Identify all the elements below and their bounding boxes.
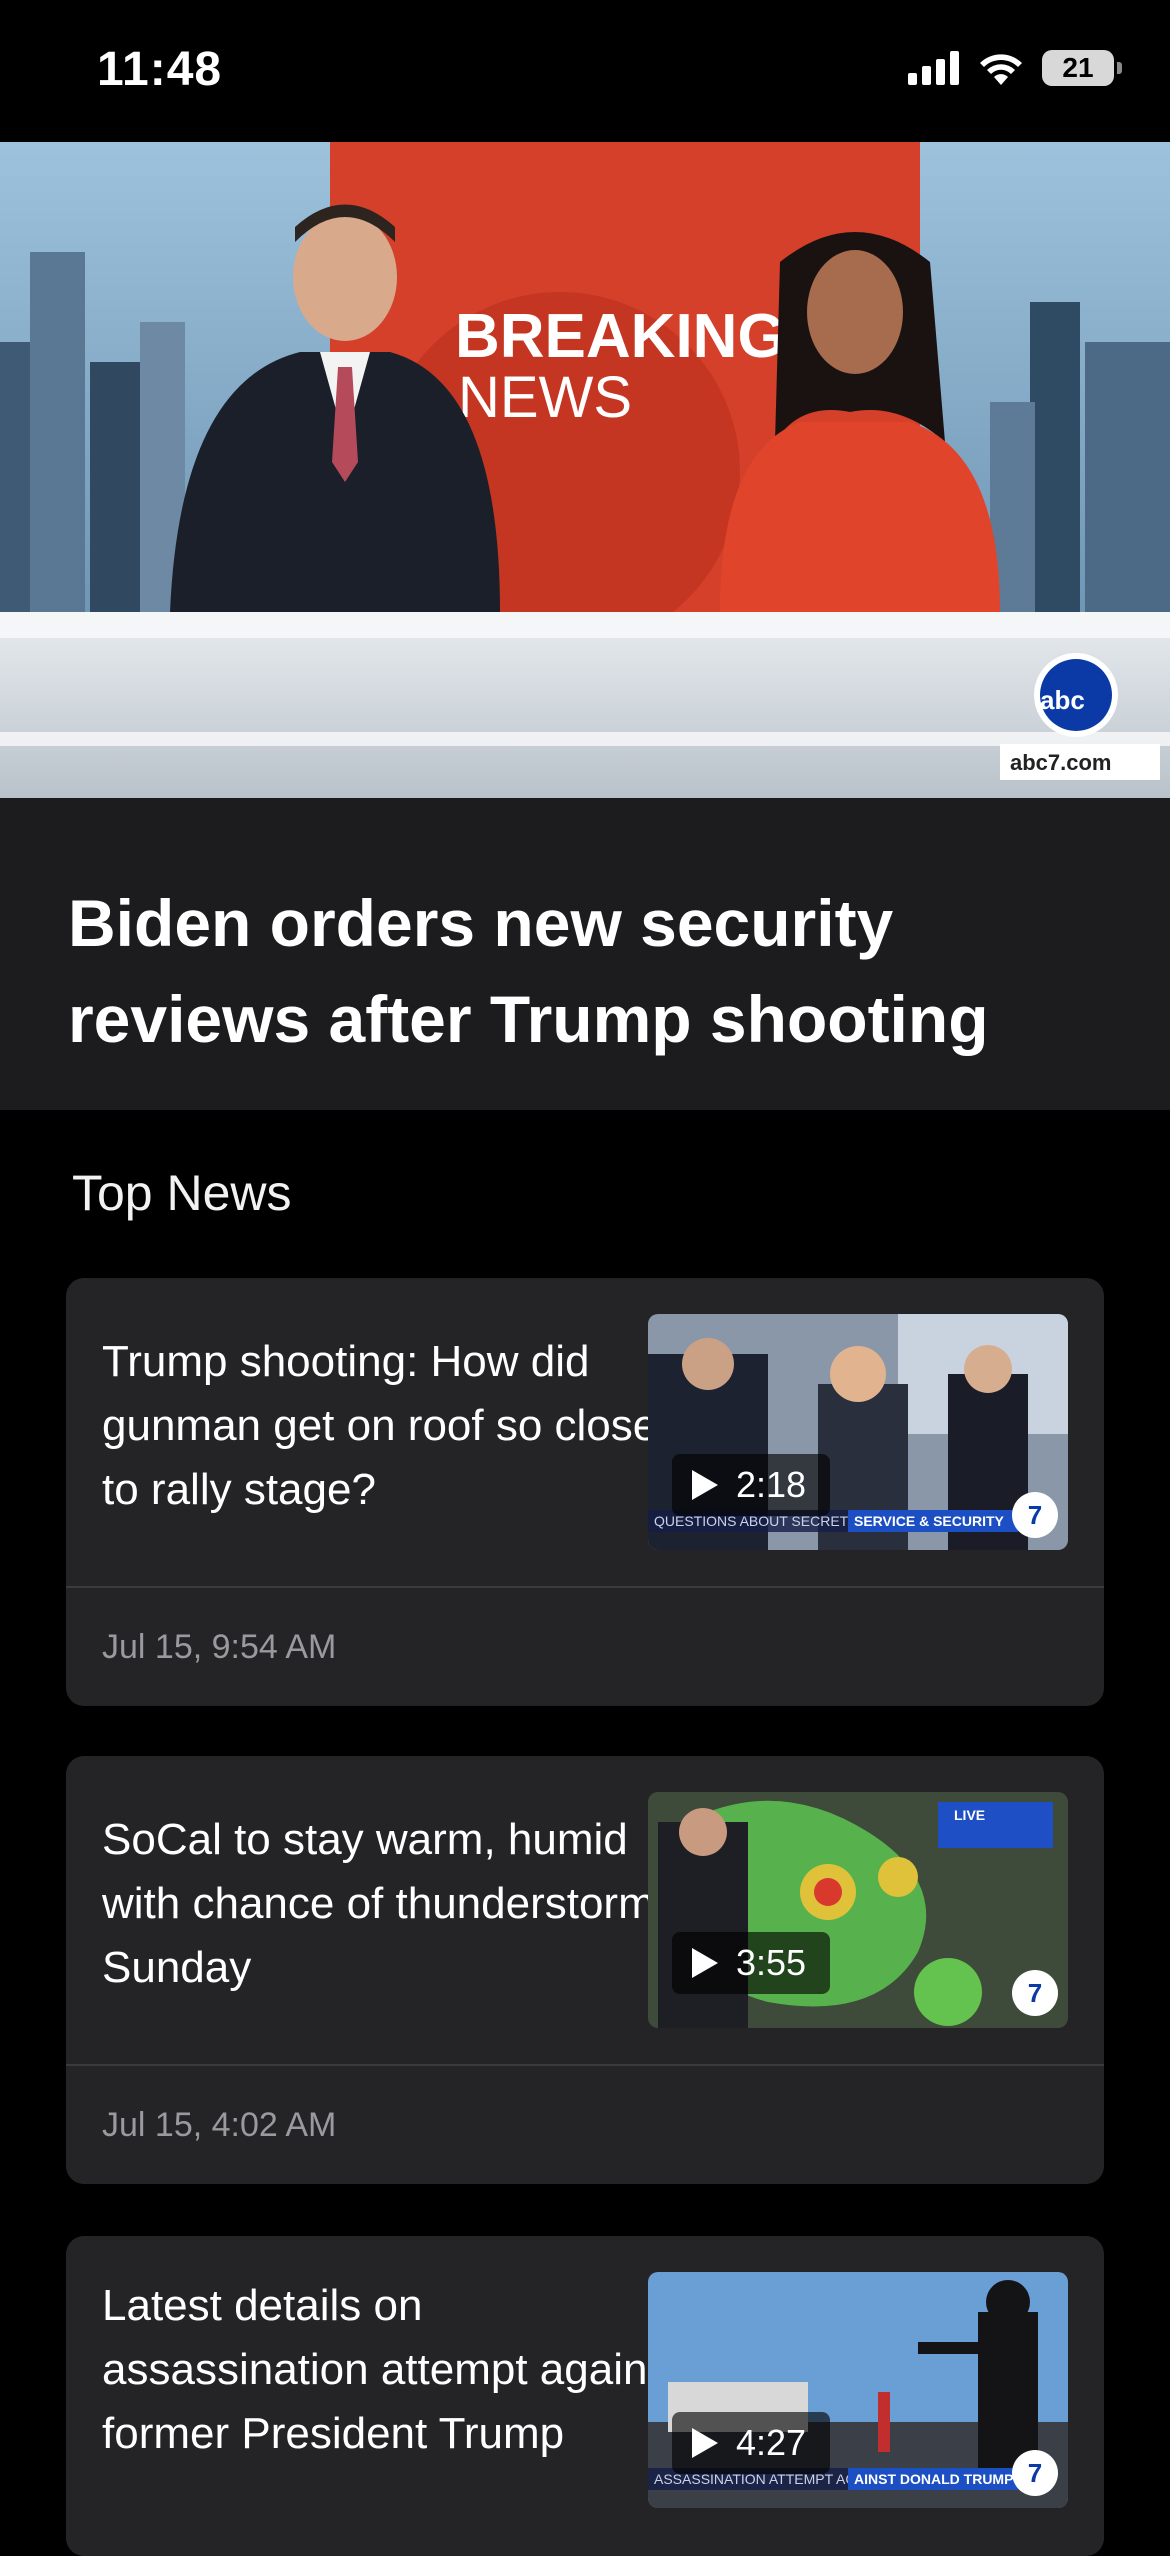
- story-timestamp: Jul 15, 9:54 AM: [102, 1628, 337, 1666]
- story-title[interactable]: Trump shooting: How did gunman get on ro…: [102, 1330, 692, 1522]
- thumbnail-banner-right: SERVICE & SECURITY: [854, 1513, 1005, 1529]
- cellular-signal-icon: [908, 51, 959, 85]
- play-badge[interactable]: 4:27: [672, 2412, 831, 2474]
- story-footer: Jul 15, 9:54 AM: [66, 1588, 1104, 1706]
- hero-watermark: abc7.com: [1010, 750, 1112, 775]
- thumbnail-banner-right: AINST DONALD TRUMP: [854, 2471, 1013, 2487]
- battery-level: 21: [1062, 52, 1094, 83]
- status-bar: 11:48 21: [0, 0, 1170, 142]
- story-thumbnail[interactable]: LIVE 7 3:55: [648, 1792, 1068, 2028]
- play-icon: [692, 1948, 718, 1978]
- abc7-logo-icon: 7: [1012, 1970, 1058, 2016]
- status-time: 11:48: [97, 43, 223, 96]
- story-card[interactable]: SoCal to stay warm, humid with chance of…: [66, 1756, 1104, 2184]
- hero-headline[interactable]: Biden orders new security reviews after …: [68, 875, 1108, 1067]
- abc7-logo-icon: 7: [1012, 1492, 1058, 1538]
- story-card-body[interactable]: Latest details on assassination attempt …: [66, 2236, 1104, 2544]
- story-title[interactable]: SoCal to stay warm, humid with chance of…: [102, 1808, 692, 2000]
- breaking-text: BREAKING: [455, 302, 786, 371]
- story-footer: Jul 15, 4:02 AM: [66, 2066, 1104, 2184]
- wifi-icon: [980, 54, 1022, 85]
- play-badge[interactable]: 3:55: [672, 1932, 831, 1994]
- video-duration: 3:55: [736, 1942, 807, 1983]
- play-icon: [692, 1470, 718, 1500]
- story-card[interactable]: Trump shooting: How did gunman get on ro…: [66, 1278, 1104, 1706]
- video-duration: 4:27: [736, 2422, 807, 2463]
- hero-image[interactable]: BREAKING NEWS abc abc7.com: [0, 142, 1170, 798]
- story-card-body[interactable]: Trump shooting: How did gunman get on ro…: [66, 1278, 1104, 1586]
- hero-logo-text: abc: [1040, 685, 1085, 715]
- play-badge[interactable]: 2:18: [672, 1454, 831, 1516]
- hero-headline-block[interactable]: Biden orders new security reviews after …: [0, 798, 1170, 1110]
- thumbnail-live-label: LIVE: [954, 1807, 985, 1823]
- video-duration: 2:18: [736, 1464, 807, 1505]
- section-title: Top News: [72, 1165, 292, 1221]
- battery-icon: 21: [1042, 50, 1122, 86]
- story-timestamp: Jul 15, 4:02 AM: [102, 2106, 337, 2144]
- story-thumbnail[interactable]: QUESTIONS ABOUT SECRET SERVICE & SECURIT…: [648, 1314, 1068, 1550]
- play-icon: [692, 2428, 718, 2458]
- story-title[interactable]: Latest details on assassination attempt …: [102, 2274, 692, 2466]
- status-icons: 21: [908, 50, 1122, 86]
- story-thumbnail[interactable]: ASSASSINATION ATTEMPT AG AINST DONALD TR…: [648, 2272, 1068, 2508]
- hero-news-studio-image: BREAKING NEWS abc abc7.com: [0, 142, 1170, 798]
- news-text: NEWS: [458, 365, 632, 430]
- abc7-logo-icon: 7: [1012, 2450, 1058, 2496]
- story-card[interactable]: Latest details on assassination attempt …: [66, 2236, 1104, 2556]
- story-card-body[interactable]: SoCal to stay warm, humid with chance of…: [66, 1756, 1104, 2064]
